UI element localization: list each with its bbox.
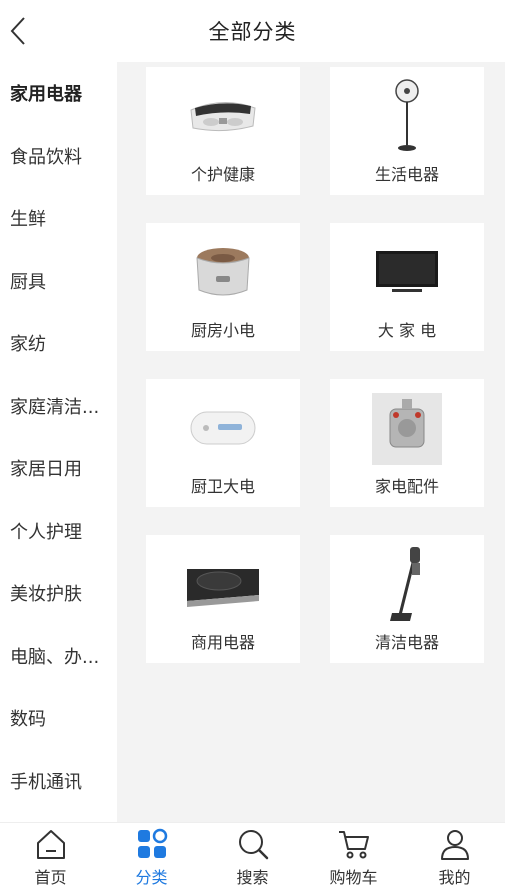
sidebar-item-appliances[interactable]: 家用电器 [0,62,117,125]
category-grid: 个护健康 生活电器 厨房小电 大 家 电 厨卫大电 家电配件 商用电器 清洁电器 [117,62,505,822]
category-sidebar: 家用电器 食品饮料 生鲜 厨具 家纺 家庭清洁... 家居日用 个人护理 美妆护… [0,62,117,822]
sidebar-item-digital[interactable]: 数码 [0,687,117,750]
category-card-kitchen-bath[interactable]: 厨卫大电 [146,379,300,507]
induction-cooker-icon [187,569,259,607]
sidebar-item-household[interactable]: 家居日用 [0,437,117,500]
water-heater-icon [190,411,256,445]
category-card-commercial[interactable]: 商用电器 [146,535,300,663]
sidebar-item-food[interactable]: 食品饮料 [0,125,117,188]
tab-label: 购物车 [329,868,378,885]
tab-home[interactable]: 首页 [0,823,101,885]
search-icon [238,830,268,860]
tab-label: 分类 [135,868,168,885]
sidebar-item-fresh[interactable]: 生鲜 [0,187,117,250]
sidebar-item-textiles[interactable]: 家纺 [0,312,117,375]
category-label: 清洁电器 [374,633,439,652]
rice-cooker-icon [196,248,250,296]
tab-search[interactable]: 搜索 [202,823,303,885]
category-label: 厨卫大电 [190,477,255,496]
header: 全部分类 [0,0,505,62]
user-icon [440,830,469,860]
home-icon [36,830,65,859]
tv-icon [376,251,438,292]
sidebar-item-phones[interactable]: 手机通讯 [0,750,117,813]
category-label: 厨房小电 [190,321,255,340]
category-card-large-appliances[interactable]: 大 家 电 [330,223,484,351]
sidebar-item-personal-care[interactable]: 个人护理 [0,500,117,563]
category-card-kitchen-small[interactable]: 厨房小电 [146,223,300,351]
cart-icon [338,831,369,859]
category-label: 家电配件 [374,477,439,496]
category-card-cleaning-appliances[interactable]: 清洁电器 [330,535,484,663]
category-icon [137,828,167,858]
category-card-personal-health[interactable]: 个护健康 [146,67,300,195]
sidebar-item-beauty[interactable]: 美妆护肤 [0,562,117,625]
category-label: 大 家 电 [377,321,437,340]
fan-icon [395,79,419,151]
sidebar-item-computer-office[interactable]: 电脑、办... [0,625,117,688]
category-label: 生活电器 [374,165,439,184]
sidebar-item-kitchenware[interactable]: 厨具 [0,250,117,313]
tab-category[interactable]: 分类 [101,823,202,885]
tab-label: 搜索 [236,868,269,885]
category-label: 个护健康 [190,165,255,184]
tab-label: 我的 [438,868,471,885]
category-card-appliance-parts[interactable]: 家电配件 [330,379,484,507]
tab-profile[interactable]: 我的 [404,823,505,885]
bottom-tab-bar: 首页 分类 搜索 购物车 我的 [0,822,505,885]
page-title: 全部分类 [208,20,297,44]
category-card-living-appliances[interactable]: 生活电器 [330,67,484,195]
category-label: 商用电器 [190,633,255,652]
tab-cart[interactable]: 购物车 [303,823,404,885]
massager-icon [190,101,256,132]
sidebar-item-cleaning[interactable]: 家庭清洁... [0,375,117,438]
tab-label: 首页 [34,868,67,885]
appliance-part-icon [372,393,442,465]
vacuum-icon [390,547,420,621]
